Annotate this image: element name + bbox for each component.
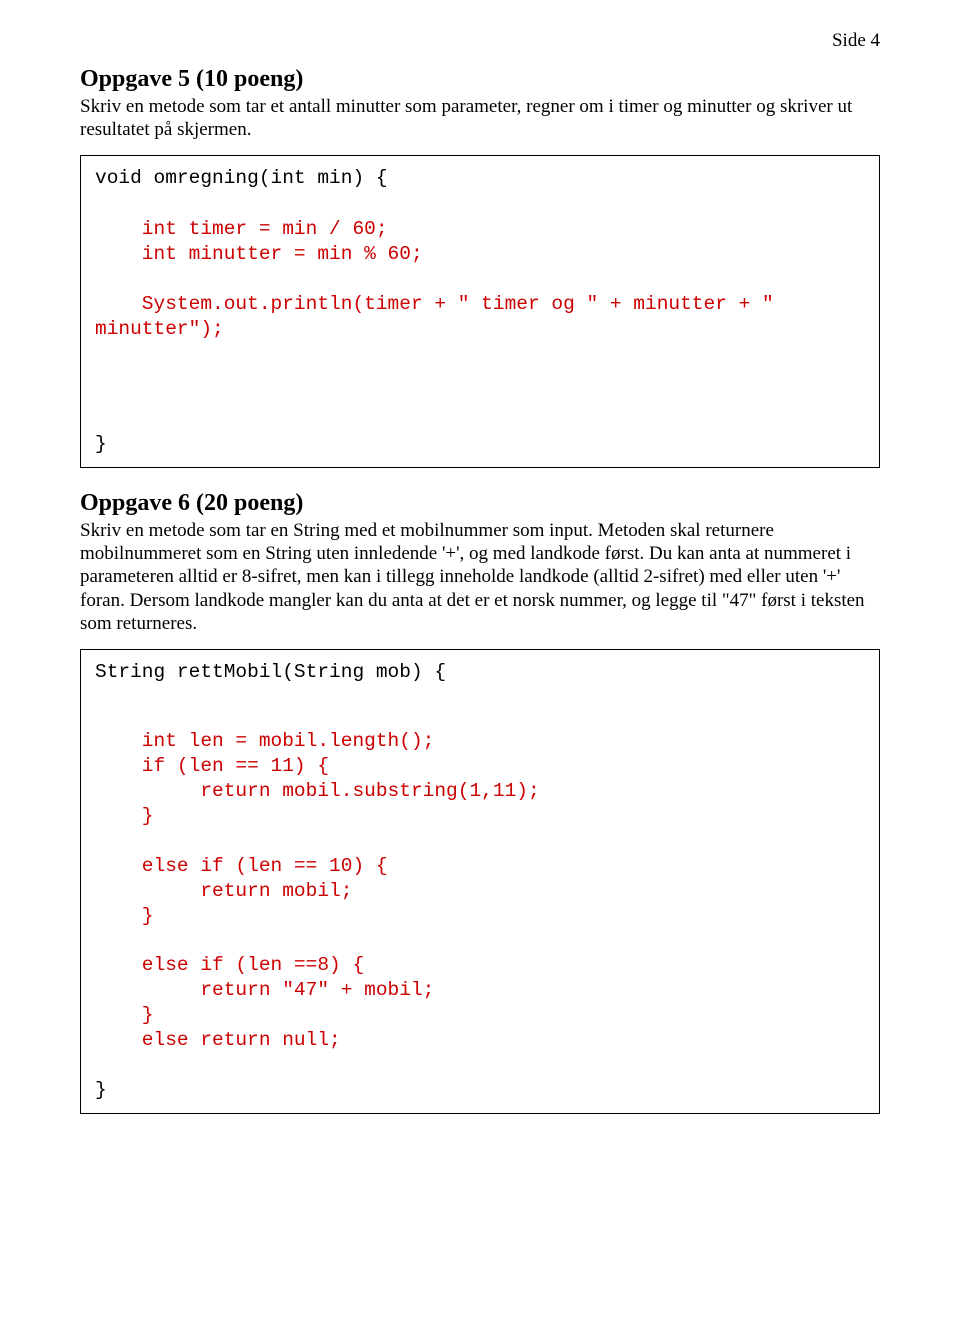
code-line-empty	[95, 1053, 865, 1078]
task6-codebox: String rettMobil(String mob) { int len =…	[80, 649, 880, 1114]
task6-heading: Oppgave 6 (20 poeng)	[80, 490, 880, 517]
code-line: else if (len ==8) {	[95, 953, 865, 978]
task5-heading: Oppgave 5 (10 poeng)	[80, 66, 880, 93]
code-line-empty	[95, 928, 865, 953]
code-line: }	[95, 1003, 865, 1028]
code-line-close: }	[95, 432, 865, 457]
code-line-empty	[95, 267, 865, 292]
code-line: int timer = min / 60;	[95, 217, 865, 242]
code-line-sig: String rettMobil(String mob) {	[95, 660, 865, 685]
task5-desc: Skriv en metode som tar et antall minutt…	[80, 95, 880, 141]
code-line: System.out.println(timer + " timer og " …	[95, 292, 865, 317]
page: Side 4 Oppgave 5 (10 poeng) Skriv en met…	[0, 0, 960, 1186]
code-line: return mobil.substring(1,11);	[95, 779, 865, 804]
code-line-sig: void omregning(int min) {	[95, 166, 865, 191]
code-line: int len = mobil.length();	[95, 729, 865, 754]
code-line-close: }	[95, 1078, 865, 1103]
code-line-empty	[95, 829, 865, 854]
code-line: if (len == 11) {	[95, 754, 865, 779]
code-line: int minutter = min % 60;	[95, 242, 865, 267]
code-line: }	[95, 804, 865, 829]
code-line: else if (len == 10) {	[95, 854, 865, 879]
task5-codebox: void omregning(int min) { int timer = mi…	[80, 155, 880, 468]
task6-desc: Skriv en metode som tar en String med et…	[80, 519, 880, 635]
code-line: }	[95, 904, 865, 929]
code-line: else return null;	[95, 1028, 865, 1053]
page-number: Side 4	[80, 30, 880, 52]
code-line: return mobil;	[95, 879, 865, 904]
code-line: return "47" + mobil;	[95, 978, 865, 1003]
code-line: minutter");	[95, 317, 865, 342]
